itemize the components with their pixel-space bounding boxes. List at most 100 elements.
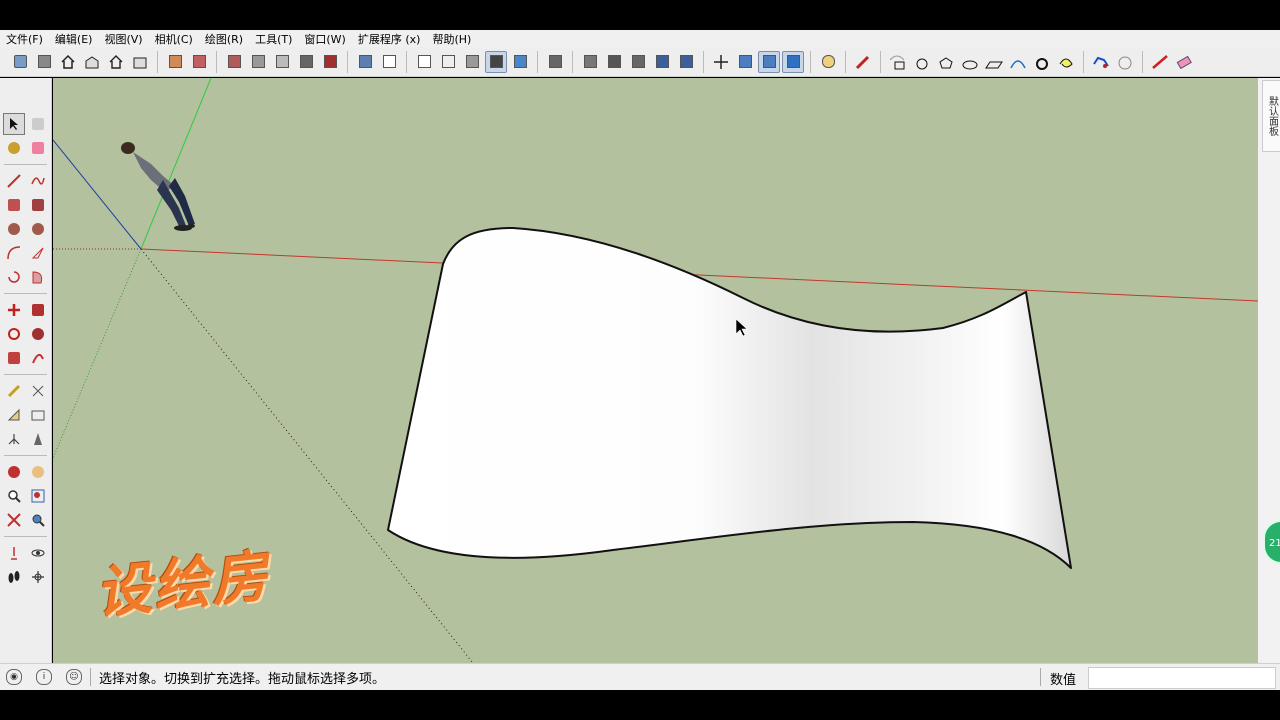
styles-icon[interactable] bbox=[603, 51, 625, 73]
menu-camera[interactable]: 相机(C) bbox=[149, 31, 199, 47]
draw-parallelogram-icon[interactable] bbox=[983, 51, 1005, 73]
shaded-texture-icon[interactable] bbox=[461, 51, 483, 73]
arc3-icon[interactable] bbox=[3, 266, 25, 288]
measurements-input[interactable] bbox=[1088, 667, 1276, 689]
zoom-icon[interactable] bbox=[3, 485, 25, 507]
paint-icon[interactable] bbox=[3, 137, 25, 159]
letterbox-top bbox=[0, 0, 1280, 30]
freehand-icon[interactable] bbox=[27, 170, 49, 192]
box-icon[interactable] bbox=[223, 51, 245, 73]
scale-icon[interactable] bbox=[3, 347, 25, 369]
zoom-icon[interactable] bbox=[758, 50, 780, 73]
walk-icon[interactable] bbox=[3, 566, 25, 588]
cone-icon[interactable] bbox=[271, 51, 293, 73]
menu-help[interactable]: 帮助(H) bbox=[426, 31, 477, 47]
scale-figure bbox=[121, 142, 195, 231]
fog-icon[interactable] bbox=[651, 51, 673, 73]
section-icon[interactable] bbox=[188, 51, 210, 73]
back-view-icon[interactable] bbox=[129, 51, 151, 73]
look-around-icon[interactable] bbox=[27, 542, 49, 564]
polygon-icon[interactable] bbox=[27, 218, 49, 240]
move-icon[interactable] bbox=[3, 299, 25, 321]
zoom-extents-icon[interactable] bbox=[782, 50, 804, 73]
pan-icon[interactable] bbox=[734, 51, 756, 73]
rotated-rect-icon[interactable] bbox=[27, 194, 49, 216]
cylinder-icon[interactable] bbox=[247, 51, 269, 73]
front-view-icon[interactable] bbox=[81, 51, 103, 73]
circle-icon[interactable] bbox=[3, 218, 25, 240]
draw-spiral-icon[interactable] bbox=[1055, 51, 1077, 73]
orbit-icon[interactable] bbox=[710, 51, 732, 73]
geo-location-icon[interactable]: ◉ bbox=[6, 669, 22, 685]
menu-bar: 文件(F) 编辑(E) 视图(V) 相机(C) 绘图(R) 工具(T) 窗口(W… bbox=[0, 30, 1280, 47]
3d-text-icon[interactable] bbox=[27, 428, 49, 450]
pencil-icon[interactable] bbox=[852, 51, 874, 73]
pie-icon[interactable] bbox=[27, 242, 49, 264]
draw-freeform-icon[interactable] bbox=[1090, 51, 1112, 73]
draw-ellipse-icon[interactable] bbox=[959, 51, 981, 73]
materials-icon[interactable] bbox=[579, 51, 601, 73]
menu-file[interactable]: 文件(F) bbox=[0, 31, 49, 47]
zoom-extents-icon[interactable] bbox=[3, 509, 25, 531]
text-icon[interactable] bbox=[27, 404, 49, 426]
follow-me-icon[interactable] bbox=[27, 323, 49, 345]
pan-icon[interactable] bbox=[27, 461, 49, 483]
draw-donut-icon[interactable] bbox=[1031, 51, 1053, 73]
menu-edit[interactable]: 编辑(E) bbox=[49, 31, 99, 47]
push-pull-icon[interactable] bbox=[27, 299, 49, 321]
rectangle-icon[interactable] bbox=[3, 194, 25, 216]
menu-draw[interactable]: 绘图(R) bbox=[199, 31, 249, 47]
draw-cloud-icon[interactable] bbox=[1114, 51, 1136, 73]
orbit-icon[interactable] bbox=[3, 461, 25, 483]
draw-arc-icon[interactable] bbox=[1007, 51, 1029, 73]
previous-icon[interactable] bbox=[27, 509, 49, 531]
eraser-pink-icon[interactable] bbox=[1173, 51, 1195, 73]
sphere-icon[interactable] bbox=[295, 51, 317, 73]
section-plane-icon[interactable] bbox=[27, 566, 49, 588]
user-icon[interactable]: ☺ bbox=[66, 669, 82, 685]
draw-circle-icon[interactable] bbox=[911, 51, 933, 73]
arc-icon[interactable] bbox=[3, 242, 25, 264]
draw-polygon-icon[interactable] bbox=[935, 51, 957, 73]
position-camera-icon[interactable] bbox=[3, 542, 25, 564]
components-icon[interactable] bbox=[544, 51, 566, 73]
component-icon[interactable] bbox=[27, 113, 49, 135]
hidden-line-icon[interactable] bbox=[413, 51, 435, 73]
rotate-icon[interactable] bbox=[3, 323, 25, 345]
arc2-icon[interactable] bbox=[27, 266, 49, 288]
xray-icon[interactable] bbox=[354, 51, 376, 73]
edges-icon[interactable] bbox=[675, 51, 697, 73]
monochrome-icon[interactable] bbox=[485, 50, 507, 73]
menu-window[interactable]: 窗口(W) bbox=[298, 31, 351, 47]
letterbox-bottom bbox=[0, 690, 1280, 720]
tag-icon[interactable] bbox=[817, 51, 839, 73]
offset-icon[interactable] bbox=[27, 347, 49, 369]
home-icon[interactable] bbox=[57, 51, 79, 73]
warehouse-icon[interactable] bbox=[33, 51, 55, 73]
zoom-window-icon[interactable] bbox=[27, 485, 49, 507]
tape-icon[interactable] bbox=[3, 380, 25, 402]
layer-icon[interactable] bbox=[509, 51, 531, 73]
menu-extensions[interactable]: 扩展程序 (x) bbox=[352, 31, 427, 47]
solid-tools-icon[interactable] bbox=[319, 51, 341, 73]
tray-tab-default[interactable]: 默认面板 bbox=[1262, 80, 1280, 152]
line-icon[interactable] bbox=[3, 170, 25, 192]
right-tray bbox=[1258, 78, 1280, 663]
line-red-icon[interactable] bbox=[1149, 51, 1171, 73]
getting-started-icon[interactable] bbox=[9, 51, 31, 73]
shaded-icon[interactable] bbox=[437, 51, 459, 73]
protractor-icon[interactable] bbox=[3, 404, 25, 426]
axes-icon[interactable] bbox=[3, 428, 25, 450]
dimension-icon[interactable] bbox=[27, 380, 49, 402]
shadows-icon[interactable] bbox=[627, 51, 649, 73]
menu-view[interactable]: 视图(V) bbox=[98, 31, 148, 47]
eraser-icon[interactable] bbox=[27, 137, 49, 159]
menu-tools[interactable]: 工具(T) bbox=[249, 31, 298, 47]
main-toolbar bbox=[0, 47, 1280, 77]
draw-rect-icon[interactable] bbox=[887, 51, 909, 73]
select-icon[interactable] bbox=[3, 113, 25, 135]
top-view-icon[interactable] bbox=[105, 51, 127, 73]
info-icon[interactable]: i bbox=[36, 669, 52, 685]
push-pull-icon[interactable] bbox=[164, 51, 186, 73]
wireframe-icon[interactable] bbox=[378, 51, 400, 73]
